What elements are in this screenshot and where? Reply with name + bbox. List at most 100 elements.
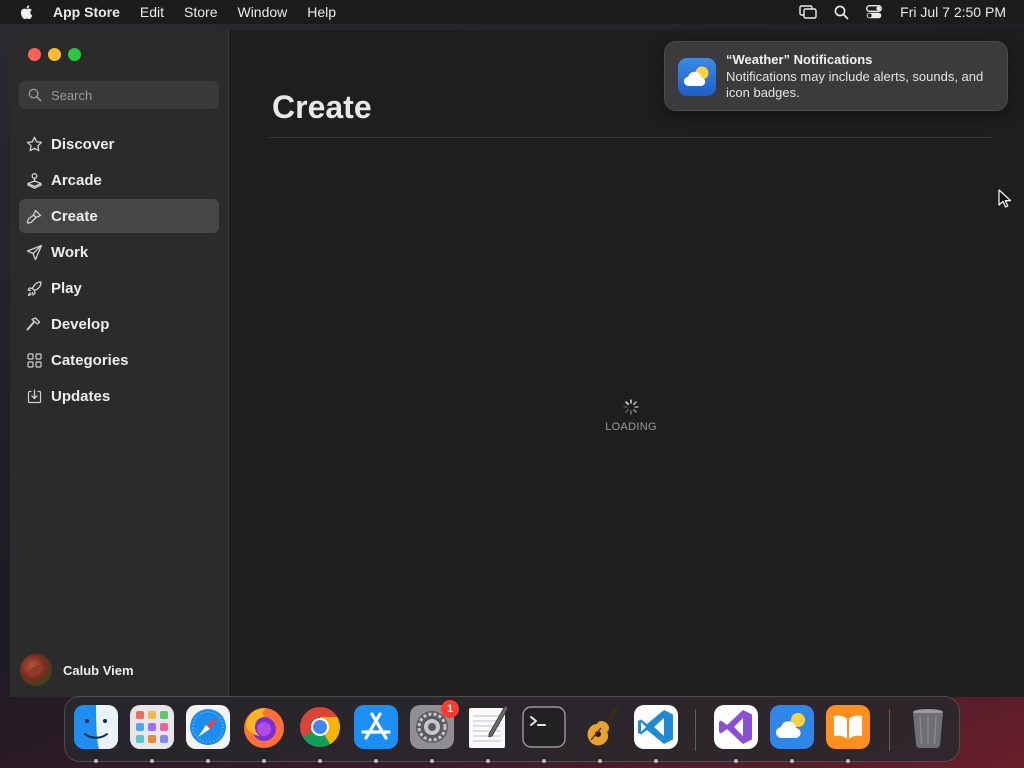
user-name: Calub Viem bbox=[63, 662, 134, 678]
search-icon[interactable] bbox=[832, 3, 850, 21]
app-store-icon bbox=[354, 705, 398, 749]
firefox-icon bbox=[244, 708, 284, 748]
sidebar-item-updates[interactable]: Updates bbox=[19, 379, 219, 413]
running-indicator bbox=[598, 759, 602, 763]
avatar bbox=[20, 654, 52, 686]
terminal-icon bbox=[522, 706, 566, 748]
search-box[interactable] bbox=[19, 81, 219, 109]
dock-safari[interactable] bbox=[185, 704, 231, 763]
paintbrush-icon bbox=[25, 207, 43, 225]
control-center-icon[interactable] bbox=[865, 3, 883, 21]
grid-icon bbox=[25, 351, 43, 369]
dock-finder[interactable] bbox=[73, 704, 119, 763]
running-indicator bbox=[262, 759, 266, 763]
notification-body: Notifications may include alerts, sounds… bbox=[726, 69, 984, 100]
main-content: Create LOADING bbox=[230, 30, 1024, 697]
dock-firefox[interactable] bbox=[241, 704, 287, 763]
safari-icon bbox=[186, 705, 230, 749]
dock-weather[interactable] bbox=[769, 704, 815, 763]
menu-edit[interactable]: Edit bbox=[140, 0, 164, 24]
dock-chrome[interactable] bbox=[297, 704, 343, 763]
app-store-window: Discover Arcade Create Work bbox=[10, 30, 1024, 697]
running-indicator bbox=[790, 759, 794, 763]
zoom-button[interactable] bbox=[68, 48, 81, 61]
running-indicator bbox=[150, 759, 154, 763]
search-input[interactable] bbox=[51, 87, 201, 103]
books-icon bbox=[826, 705, 870, 749]
close-button[interactable] bbox=[28, 48, 41, 61]
sidebar-item-label: Categories bbox=[51, 351, 129, 369]
dock-launchpad[interactable] bbox=[129, 704, 175, 763]
dock-separator bbox=[889, 709, 890, 751]
menu-store[interactable]: Store bbox=[184, 0, 217, 24]
sidebar-item-play[interactable]: Play bbox=[19, 271, 219, 305]
sidebar-item-discover[interactable]: Discover bbox=[19, 127, 219, 161]
loading-indicator: LOADING bbox=[591, 398, 671, 433]
sidebar-item-develop[interactable]: Develop bbox=[19, 307, 219, 341]
vscode-icon bbox=[634, 705, 678, 749]
dock-garageband[interactable] bbox=[577, 704, 623, 763]
apple-logo-icon[interactable] bbox=[18, 3, 36, 21]
running-indicator bbox=[846, 759, 850, 763]
sidebar-item-arcade[interactable]: Arcade bbox=[19, 163, 219, 197]
title-divider bbox=[268, 137, 992, 138]
sidebar-item-label: Create bbox=[51, 207, 98, 225]
sidebar-item-categories[interactable]: Categories bbox=[19, 343, 219, 377]
weather-icon bbox=[678, 58, 716, 96]
running-indicator bbox=[374, 759, 378, 763]
star-icon bbox=[25, 135, 43, 153]
dock-app-store[interactable] bbox=[353, 704, 399, 763]
menu-help[interactable]: Help bbox=[307, 0, 336, 24]
dock-system-settings[interactable]: 1 bbox=[409, 700, 459, 763]
sidebar-item-label: Work bbox=[51, 243, 89, 261]
sidebar-item-label: Play bbox=[51, 279, 82, 297]
textedit-icon bbox=[469, 705, 509, 748]
search-icon bbox=[28, 88, 42, 102]
running-indicator bbox=[94, 759, 98, 763]
menu-app-name[interactable]: App Store bbox=[53, 0, 120, 24]
dock-textedit[interactable] bbox=[465, 704, 511, 763]
joystick-icon bbox=[25, 171, 43, 189]
sidebar-item-create[interactable]: Create bbox=[19, 199, 219, 233]
notification-banner[interactable]: “Weather” Notifications Notifications ma… bbox=[664, 41, 1008, 111]
menu-clock[interactable]: Fri Jul 7 2:50 PM bbox=[900, 4, 1006, 20]
visual-studio-icon bbox=[714, 705, 758, 749]
launchpad-icon bbox=[130, 705, 174, 749]
sidebar-item-label: Discover bbox=[51, 135, 115, 153]
sidebar: Discover Arcade Create Work bbox=[10, 30, 229, 697]
menu-bar: App Store Edit Store Window Help Fri Jul… bbox=[0, 0, 1024, 24]
dock-separator bbox=[695, 709, 696, 751]
menu-window[interactable]: Window bbox=[237, 0, 287, 24]
notification-title: “Weather” Notifications bbox=[726, 52, 873, 67]
paper-plane-icon bbox=[25, 243, 43, 261]
hammer-icon bbox=[25, 315, 43, 333]
rocket-icon bbox=[25, 279, 43, 297]
chrome-icon bbox=[300, 707, 340, 747]
dock-vscode[interactable] bbox=[633, 704, 679, 763]
dock-terminal[interactable] bbox=[521, 704, 567, 763]
minimize-button[interactable] bbox=[48, 48, 61, 61]
dock-visual-studio[interactable] bbox=[713, 704, 759, 763]
screen-mirroring-icon[interactable] bbox=[799, 3, 817, 21]
running-indicator bbox=[542, 759, 546, 763]
spinner-icon bbox=[623, 399, 639, 415]
sidebar-item-label: Updates bbox=[51, 387, 111, 405]
traffic-lights bbox=[28, 48, 88, 61]
running-indicator bbox=[318, 759, 322, 763]
loading-label: LOADING bbox=[605, 421, 657, 433]
notification-badge: 1 bbox=[441, 700, 459, 718]
running-indicator bbox=[654, 759, 658, 763]
weather-app-icon bbox=[770, 705, 814, 749]
running-indicator bbox=[206, 759, 210, 763]
garageband-icon bbox=[587, 706, 619, 746]
finder-icon bbox=[74, 705, 118, 749]
trash-icon bbox=[913, 709, 943, 748]
sidebar-item-label: Develop bbox=[51, 315, 110, 333]
sidebar-item-label: Arcade bbox=[51, 171, 102, 189]
running-indicator bbox=[430, 759, 434, 763]
user-account[interactable]: Calub Viem bbox=[20, 653, 134, 687]
dock-books[interactable] bbox=[825, 704, 871, 763]
running-indicator bbox=[486, 759, 490, 763]
dock-trash[interactable] bbox=[905, 704, 951, 750]
sidebar-item-work[interactable]: Work bbox=[19, 235, 219, 269]
